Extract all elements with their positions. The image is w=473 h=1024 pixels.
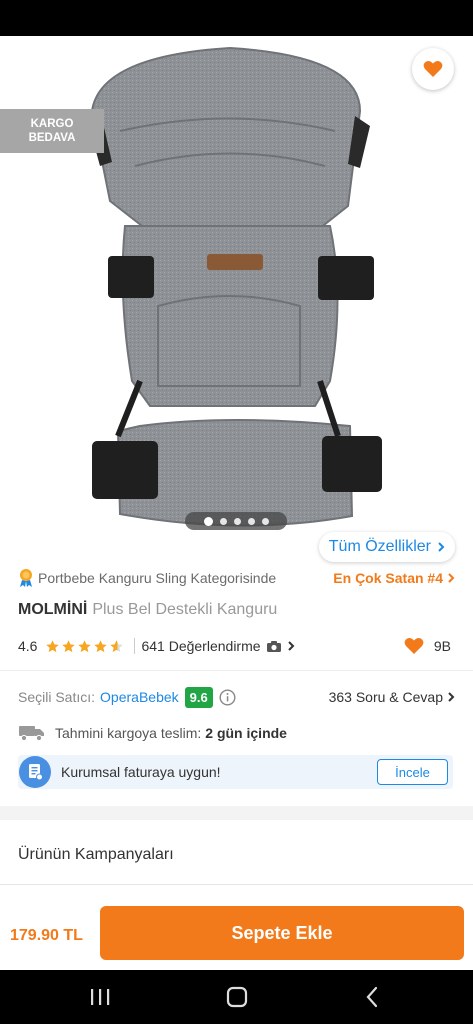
recent-apps-button[interactable]: [80, 982, 120, 1012]
questions-answers-label: 363 Soru & Cevap: [328, 689, 443, 705]
questions-answers-link[interactable]: 363 Soru & Cevap: [329, 689, 455, 705]
heart-icon: [404, 638, 424, 654]
home-icon: [226, 986, 248, 1008]
chevron-left-icon: [366, 986, 378, 1008]
all-features-button[interactable]: Tüm Özellikler: [318, 532, 455, 562]
delivery-label: Tahmini kargoya teslim:: [55, 725, 202, 741]
rating-stars: [45, 639, 124, 654]
pagination-dot[interactable]: [203, 516, 213, 526]
invoice-icon: [19, 756, 51, 788]
product-image-gallery[interactable]: KARGO BEDAVA: [0, 36, 473, 548]
medal-icon: [20, 569, 32, 587]
rating-row: 4.6 641 Değerlendirme 9B: [18, 636, 451, 656]
corporate-invoice-text: Kurumsal faturaya uygun!: [61, 764, 221, 780]
star-icon: [110, 639, 124, 652]
info-icon[interactable]: [219, 688, 236, 706]
campaigns-title[interactable]: Ürünün Kampanyaları: [18, 846, 174, 864]
category-ranking: Portbebe Kanguru Sling Kategorisinde En …: [18, 568, 455, 588]
all-features-label: Tüm Özellikler: [328, 538, 431, 555]
delivery-estimate: Tahmini kargoya teslim: 2 gün içinde: [18, 722, 455, 744]
star-icon: [62, 639, 76, 652]
chevron-right-icon: [448, 692, 455, 702]
chevron-right-icon: [438, 542, 445, 552]
product-info: Tüm Özellikler Portbebe Kanguru Sling Ka…: [0, 532, 473, 904]
favorite-button[interactable]: [412, 48, 454, 90]
system-navigation-bar: [0, 970, 473, 1024]
seller-label: Seçili Satıcı:: [18, 689, 96, 705]
back-button[interactable]: [14, 50, 50, 86]
star-icon: [78, 639, 92, 652]
pagination-dot[interactable]: [219, 517, 227, 525]
pagination-dot[interactable]: [233, 517, 241, 525]
favorites-count-value: 9B: [433, 638, 451, 654]
divider: [0, 670, 473, 671]
best-seller-rank-link[interactable]: En Çok Satan #4: [333, 570, 455, 586]
star-icon: [46, 639, 60, 652]
status-bar: [0, 0, 473, 36]
section-separator: [0, 806, 473, 820]
corporate-invoice-banner: Kurumsal faturaya uygun! İncele: [18, 755, 453, 789]
seller-row: Seçili Satıcı: OperaBebek 9.6 363 Soru &…: [18, 685, 455, 709]
pagination-dot[interactable]: [247, 517, 255, 525]
system-back-button[interactable]: [352, 982, 392, 1012]
chevron-right-icon: [448, 573, 455, 583]
arrow-left-icon: [22, 59, 43, 77]
product-title: MOLMİNİ Plus Bel Destekli Kanguru: [18, 601, 277, 619]
bottom-purchase-bar: 179.90 TL Sepete Ekle: [0, 884, 473, 970]
reviews-link[interactable]: 641 Değerlendirme: [141, 638, 294, 654]
product-name: Plus Bel Destekli Kanguru: [92, 601, 278, 618]
truck-icon: [19, 726, 44, 742]
category-text: Portbebe Kanguru Sling Kategorisinde: [38, 570, 277, 586]
free-shipping-badge: KARGO BEDAVA: [0, 109, 104, 153]
reviews-label: 641 Değerlendirme: [141, 638, 261, 654]
camera-icon: [266, 640, 281, 652]
image-pagination[interactable]: [185, 512, 287, 530]
product-price: 179.90 TL: [10, 927, 83, 944]
home-button[interactable]: [217, 982, 257, 1012]
seller-score-badge: 9.6: [184, 686, 213, 708]
seller-name-link[interactable]: OperaBebek: [100, 689, 179, 705]
share-button[interactable]: [352, 52, 388, 88]
recent-apps-icon: [91, 989, 110, 1005]
product-brand[interactable]: MOLMİNİ: [18, 601, 87, 618]
review-invoice-button[interactable]: İncele: [377, 759, 448, 785]
pagination-dot[interactable]: [261, 517, 269, 525]
divider: [134, 638, 136, 654]
rating-value: 4.6: [18, 638, 38, 654]
best-seller-rank-label: En Çok Satan #4: [333, 570, 443, 586]
add-to-cart-button[interactable]: Sepete Ekle: [100, 906, 464, 960]
star-icon: [94, 639, 108, 652]
share-icon: [360, 58, 380, 82]
chevron-right-icon: [287, 641, 294, 651]
heart-icon: [423, 61, 443, 77]
delivery-days: 2 gün içinde: [205, 725, 287, 741]
favorites-count[interactable]: 9B: [404, 637, 451, 655]
free-shipping-line1: KARGO: [30, 118, 74, 130]
free-shipping-line2: BEDAVA: [28, 132, 76, 144]
